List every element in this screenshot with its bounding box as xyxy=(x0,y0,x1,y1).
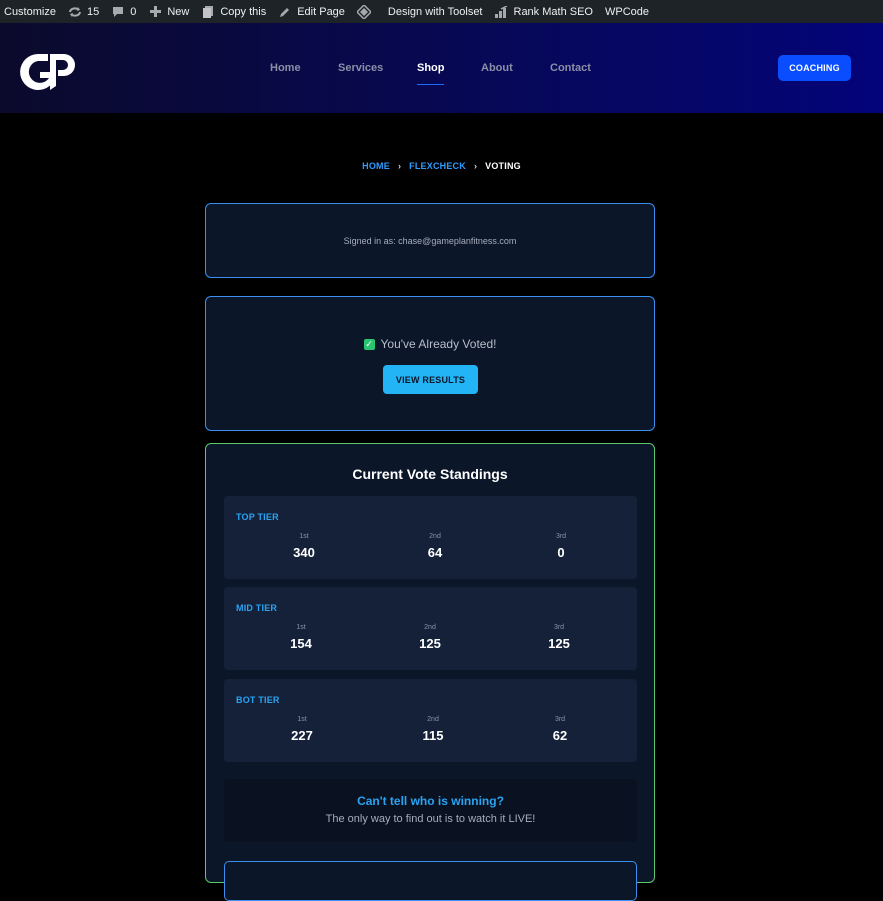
coaching-button[interactable]: COACHING xyxy=(778,55,851,81)
rankmath-icon xyxy=(494,5,509,19)
tier-col-second: 2nd 115 xyxy=(403,716,463,743)
place-label: 3rd xyxy=(555,533,567,540)
toolset-icon xyxy=(356,4,371,19)
nav-services[interactable]: Services xyxy=(338,61,417,87)
tier-bot: BOT TIER 1st 227 2nd 115 3rd 62 xyxy=(224,679,637,762)
rankmath-label: Rank Math SEO xyxy=(513,5,593,18)
admin-customize[interactable]: Customize xyxy=(4,0,56,23)
promo-heading: Can't tell who is winning? xyxy=(357,794,504,808)
chevron-right-icon: › xyxy=(397,161,402,171)
copy-label: Copy this xyxy=(220,5,267,18)
new-label: New xyxy=(167,5,190,18)
vote-count: 125 xyxy=(548,636,570,651)
vote-count: 340 xyxy=(293,545,315,560)
pencil-icon xyxy=(278,5,292,19)
view-results-button[interactable]: VIEW RESULTS xyxy=(383,365,478,394)
place-label: 3rd xyxy=(553,624,565,631)
admin-bar: Customize 15 0 New Copy this Edit Page D… xyxy=(0,0,883,23)
admin-rankmath[interactable]: Rank Math SEO xyxy=(494,0,593,23)
vote-count: 154 xyxy=(290,636,312,651)
tier-col-first: 1st 154 xyxy=(271,624,331,651)
signed-in-card: Signed in as: chase@gameplanfitness.com xyxy=(205,203,655,278)
checkmark-icon: ✓ xyxy=(363,338,375,350)
copy-icon xyxy=(201,5,215,19)
place-label: 1st xyxy=(297,716,307,723)
tier-col-third: 3rd 62 xyxy=(530,716,590,743)
tier-name: TOP TIER xyxy=(236,512,279,522)
admin-comments[interactable]: 0 xyxy=(111,0,136,23)
edit-label: Edit Page xyxy=(297,5,345,18)
place-label: 2nd xyxy=(424,624,436,631)
vote-count: 227 xyxy=(291,728,313,743)
promo-text: The only way to find out is to watch it … xyxy=(325,813,536,825)
tier-col-first: 1st 340 xyxy=(274,533,334,560)
admin-toolset[interactable]: Design with Toolset xyxy=(388,0,483,23)
site-header: Home Services Shop About Contact COACHIN… xyxy=(0,23,883,113)
vote-count: 115 xyxy=(422,728,444,743)
updates-count: 15 xyxy=(86,5,100,18)
standings-title: Current Vote Standings xyxy=(352,466,508,482)
breadcrumb-current: VOTING xyxy=(485,161,521,171)
tier-col-second: 2nd 64 xyxy=(405,533,465,560)
refresh-icon xyxy=(68,5,82,19)
site-logo[interactable] xyxy=(16,50,76,94)
tier-col-first: 1st 227 xyxy=(272,716,332,743)
nav-home[interactable]: Home xyxy=(270,61,338,87)
comment-icon xyxy=(111,5,125,19)
tier-top: TOP TIER 1st 340 2nd 64 3rd 0 xyxy=(224,496,637,579)
place-label: 3rd xyxy=(554,716,566,723)
tier-col-second: 2nd 125 xyxy=(400,624,460,651)
watch-live-promo: Can't tell who is winning? The only way … xyxy=(224,779,637,842)
admin-copy[interactable]: Copy this xyxy=(201,0,266,23)
tier-name: MID TIER xyxy=(236,603,278,613)
customize-label: Customize xyxy=(4,5,56,18)
admin-wpcode[interactable]: WPCode xyxy=(605,0,649,23)
nav-contact[interactable]: Contact xyxy=(550,61,610,87)
place-label: 1st xyxy=(296,624,306,631)
admin-new[interactable]: New xyxy=(148,0,189,23)
breadcrumb: HOME › FLEXCHECK › VOTING xyxy=(0,161,883,171)
breadcrumb-home[interactable]: HOME xyxy=(362,161,390,171)
next-section-box xyxy=(224,861,637,901)
main-nav: Home Services Shop About Contact xyxy=(270,61,610,87)
plus-icon xyxy=(148,5,162,19)
voted-message: You've Already Voted! xyxy=(380,337,497,351)
voted-card: ✓ You've Already Voted! VIEW RESULTS xyxy=(205,296,655,431)
breadcrumb-flexcheck[interactable]: FLEXCHECK xyxy=(409,161,466,171)
vote-count: 0 xyxy=(557,545,565,560)
chevron-right-icon: › xyxy=(473,161,478,171)
admin-toolset-icon-item[interactable] xyxy=(356,0,376,23)
tier-name: BOT TIER xyxy=(236,695,280,705)
vote-count: 64 xyxy=(427,545,443,560)
nav-shop[interactable]: Shop xyxy=(417,61,481,87)
nav-about[interactable]: About xyxy=(481,61,550,87)
wpcode-label: WPCode xyxy=(604,5,650,18)
place-label: 1st xyxy=(299,533,309,540)
tier-col-third: 3rd 125 xyxy=(529,624,589,651)
standings-card: Current Vote Standings TOP TIER 1st 340 … xyxy=(205,443,655,901)
admin-updates[interactable]: 15 xyxy=(68,0,99,23)
tier-col-third: 3rd 0 xyxy=(531,533,591,560)
place-label: 2nd xyxy=(427,716,439,723)
place-label: 2nd xyxy=(429,533,441,540)
toolset-label: Design with Toolset xyxy=(387,5,483,18)
vote-count: 125 xyxy=(419,636,441,651)
vote-count: 62 xyxy=(552,728,568,743)
admin-edit-page[interactable]: Edit Page xyxy=(278,0,345,23)
tier-mid: MID TIER 1st 154 2nd 125 3rd 125 xyxy=(224,587,637,670)
voted-status: ✓ You've Already Voted! xyxy=(206,337,654,351)
comments-count: 0 xyxy=(130,5,137,18)
signed-in-text: Signed in as: chase@gameplanfitness.com xyxy=(343,235,517,246)
